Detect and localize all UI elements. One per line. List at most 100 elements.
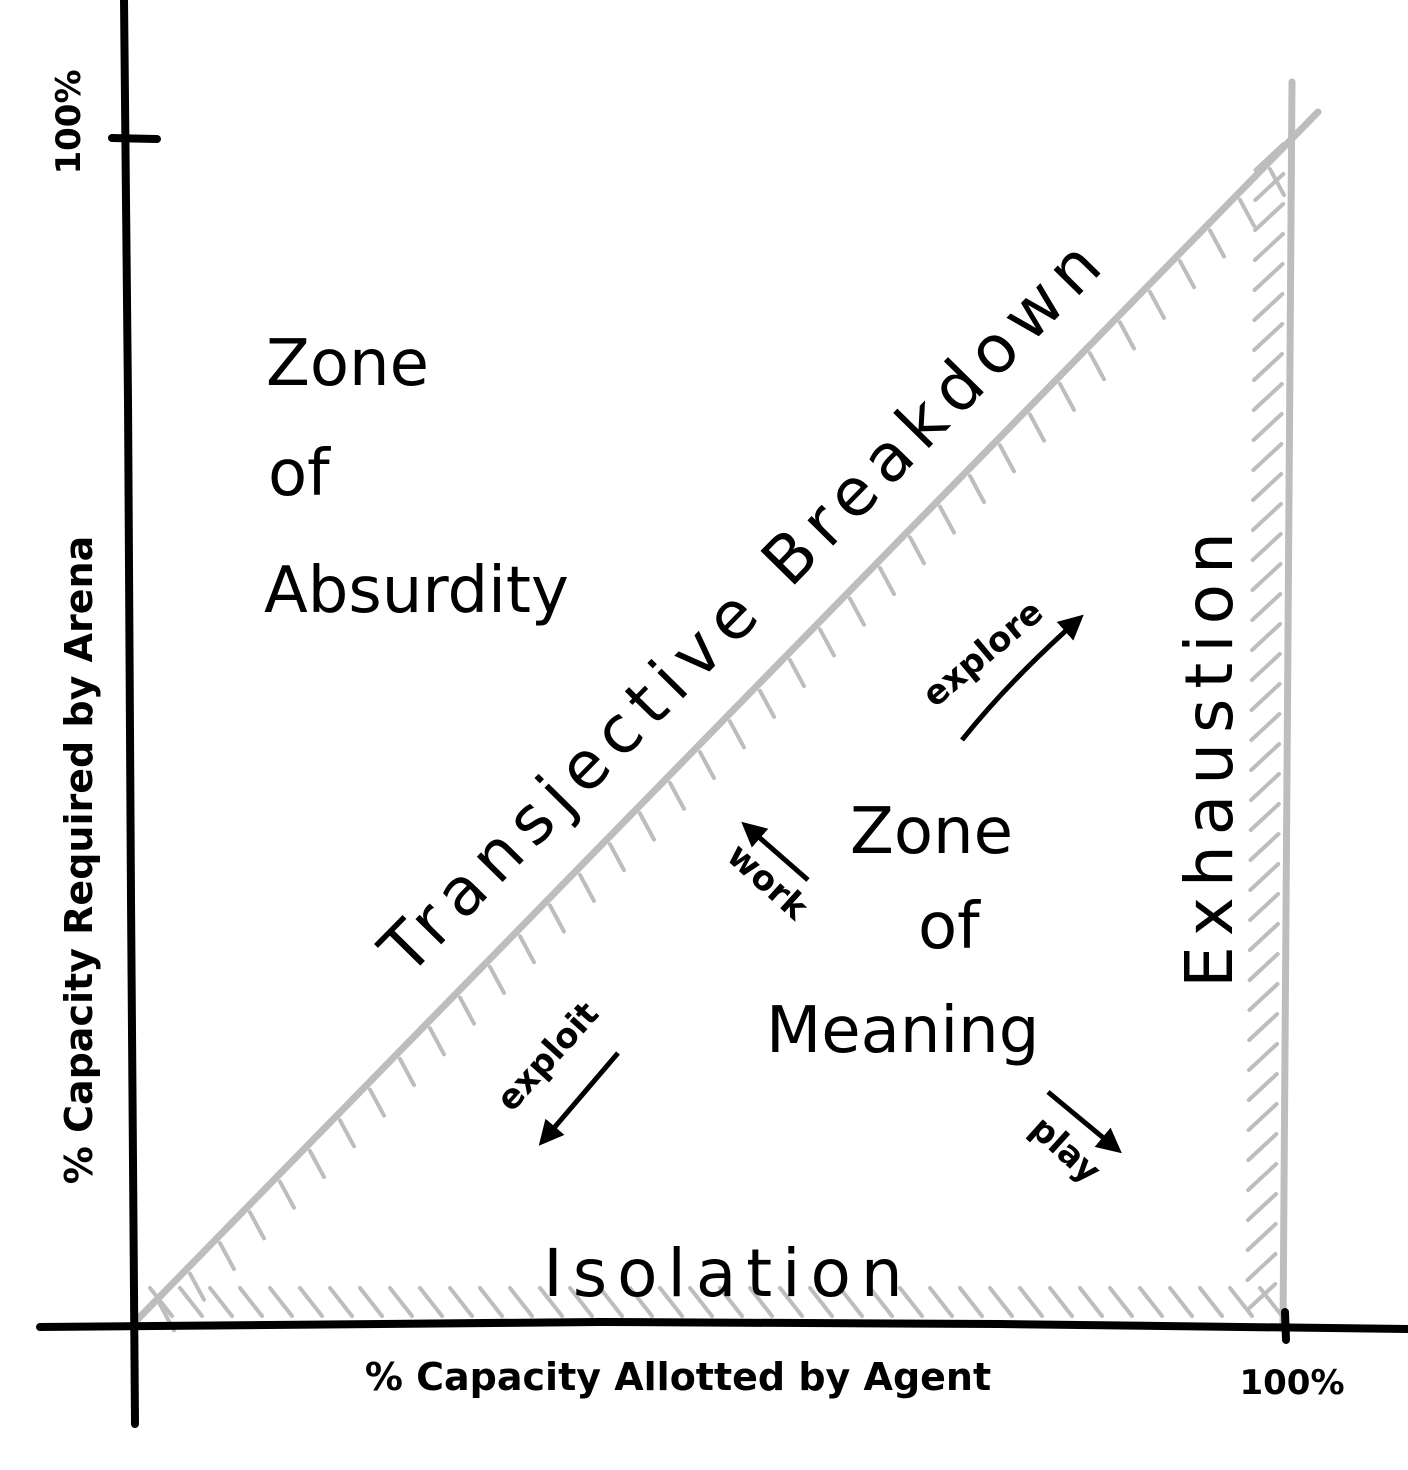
hatch-mark (1250, 532, 1283, 562)
hatch-mark (1248, 892, 1281, 922)
hatch-mark (1246, 1132, 1279, 1162)
hatch-mark (478, 1286, 504, 1318)
hatch-mark (1249, 712, 1282, 742)
hatch-mark (368, 1087, 386, 1118)
hatch-mark (788, 658, 806, 689)
hatch-mark (1138, 1286, 1164, 1318)
y-axis-tick-label: 100% (49, 69, 89, 174)
hatch-mark (1252, 322, 1285, 352)
hatch-mark (1246, 1162, 1279, 1192)
right-boundary-line (1279, 78, 1296, 1332)
y-axis-tick (108, 134, 161, 143)
hatch-mark (548, 903, 566, 934)
hatch-mark (308, 1149, 326, 1179)
hatch-mark (1252, 262, 1285, 292)
hatch-mark (388, 1286, 414, 1318)
hatch-mark (1249, 742, 1282, 772)
hatch-mark (418, 1286, 444, 1318)
hatch-mark (1249, 772, 1281, 802)
hatch-mark (298, 1286, 324, 1318)
zone-absurdity-line-3: Absurdity (264, 554, 569, 628)
exploit-arrow-label: exploit (489, 994, 607, 1119)
hatch-mark (1245, 1222, 1278, 1252)
hatch-mark (1248, 802, 1281, 832)
hatch-mark (488, 964, 506, 995)
zone-absurdity-line-2: of (268, 437, 331, 511)
hatch-mark (508, 1286, 534, 1318)
y-axis-label: % Capacity Required by Arena (57, 536, 101, 1184)
zone-meaning-line-1: Zone (850, 795, 1013, 869)
hatch-mark (728, 719, 746, 750)
hatch-mark (188, 1271, 206, 1302)
hatch-mark (1245, 1252, 1278, 1282)
x-axis-tick (1281, 1308, 1290, 1344)
hatch-mark (518, 934, 536, 965)
hatch-mark (758, 688, 776, 719)
explore-arrow-label: explore (915, 592, 1051, 715)
hatch-mark (1246, 1102, 1279, 1132)
hatch-mark (1198, 1286, 1224, 1318)
hatch-mark (328, 1286, 354, 1318)
hatch-mark (608, 842, 626, 873)
zone-meaning-line-2: of (918, 890, 981, 964)
zone-meaning-line-3: Meaning (766, 994, 1039, 1068)
hatch-mark (988, 1286, 1014, 1318)
hatch-mark (1253, 202, 1286, 232)
hatch-mark (338, 1118, 356, 1149)
hatch-mark (1248, 862, 1281, 892)
hatch-mark (878, 566, 896, 596)
hatch-mark (1249, 652, 1282, 682)
hatch-mark (908, 535, 926, 566)
hatch-mark (1251, 382, 1284, 412)
hatch-mark (1228, 1286, 1254, 1318)
hatch-mark (1088, 351, 1106, 382)
hatch-mark (1247, 982, 1280, 1012)
work-arrow-label: work (719, 835, 817, 929)
hatch-mark (1247, 922, 1280, 952)
capacity-zones-diagram: 100% 100% % Capacity Allotted by Agent %… (36, 0, 1408, 1428)
hatch-mark (1208, 228, 1226, 259)
hatch-mark (1238, 197, 1256, 228)
hatch-mark (698, 750, 716, 781)
hatch-mark (818, 627, 836, 658)
hatch-mark (1247, 1042, 1279, 1072)
hatch-mark (668, 780, 686, 811)
hatch-mark (1178, 259, 1196, 290)
y-axis (120, 0, 139, 1428)
hatch-mark (238, 1286, 264, 1318)
hatch-mark (1258, 1286, 1284, 1318)
hatch-mark (358, 1286, 384, 1318)
hatch-mark (1249, 682, 1282, 712)
hatch-mark (268, 1286, 294, 1318)
hatch-mark (1252, 352, 1284, 382)
hatch-mark (1246, 1192, 1278, 1222)
hatch-mark (398, 1057, 416, 1087)
hatch-mark (1252, 232, 1285, 262)
hatch-mark (218, 1241, 236, 1272)
hatch-mark (1251, 472, 1284, 502)
hatch-mark (1250, 562, 1283, 592)
hatch-mark (1252, 292, 1285, 322)
hatch-mark (958, 1286, 984, 1318)
play-arrow-label: play (1022, 1108, 1108, 1191)
hatch-mark (968, 474, 986, 504)
hatch-mark (448, 1286, 474, 1318)
hatch-mark (1251, 442, 1284, 472)
hatch-mark (1018, 1286, 1044, 1318)
hatch-mark (1250, 592, 1283, 622)
hatch-mark (1247, 1012, 1280, 1042)
hatch-mark (1078, 1286, 1104, 1318)
hatch-mark (998, 443, 1016, 474)
hatch-mark (1168, 1286, 1194, 1318)
hatch-mark (578, 872, 596, 903)
hatch-mark (1118, 320, 1136, 351)
hatch-mark (1250, 502, 1283, 532)
hatch-mark (928, 1286, 954, 1318)
hatch-mark (1248, 832, 1281, 862)
boundary-label-isolation: Isolation (543, 1235, 912, 1312)
hatch-mark (938, 504, 956, 535)
hatch-mark (638, 811, 656, 842)
hatch-mark (1058, 381, 1076, 412)
diagonal-boundary-line (131, 108, 1322, 1326)
hatch-mark (248, 1210, 266, 1241)
